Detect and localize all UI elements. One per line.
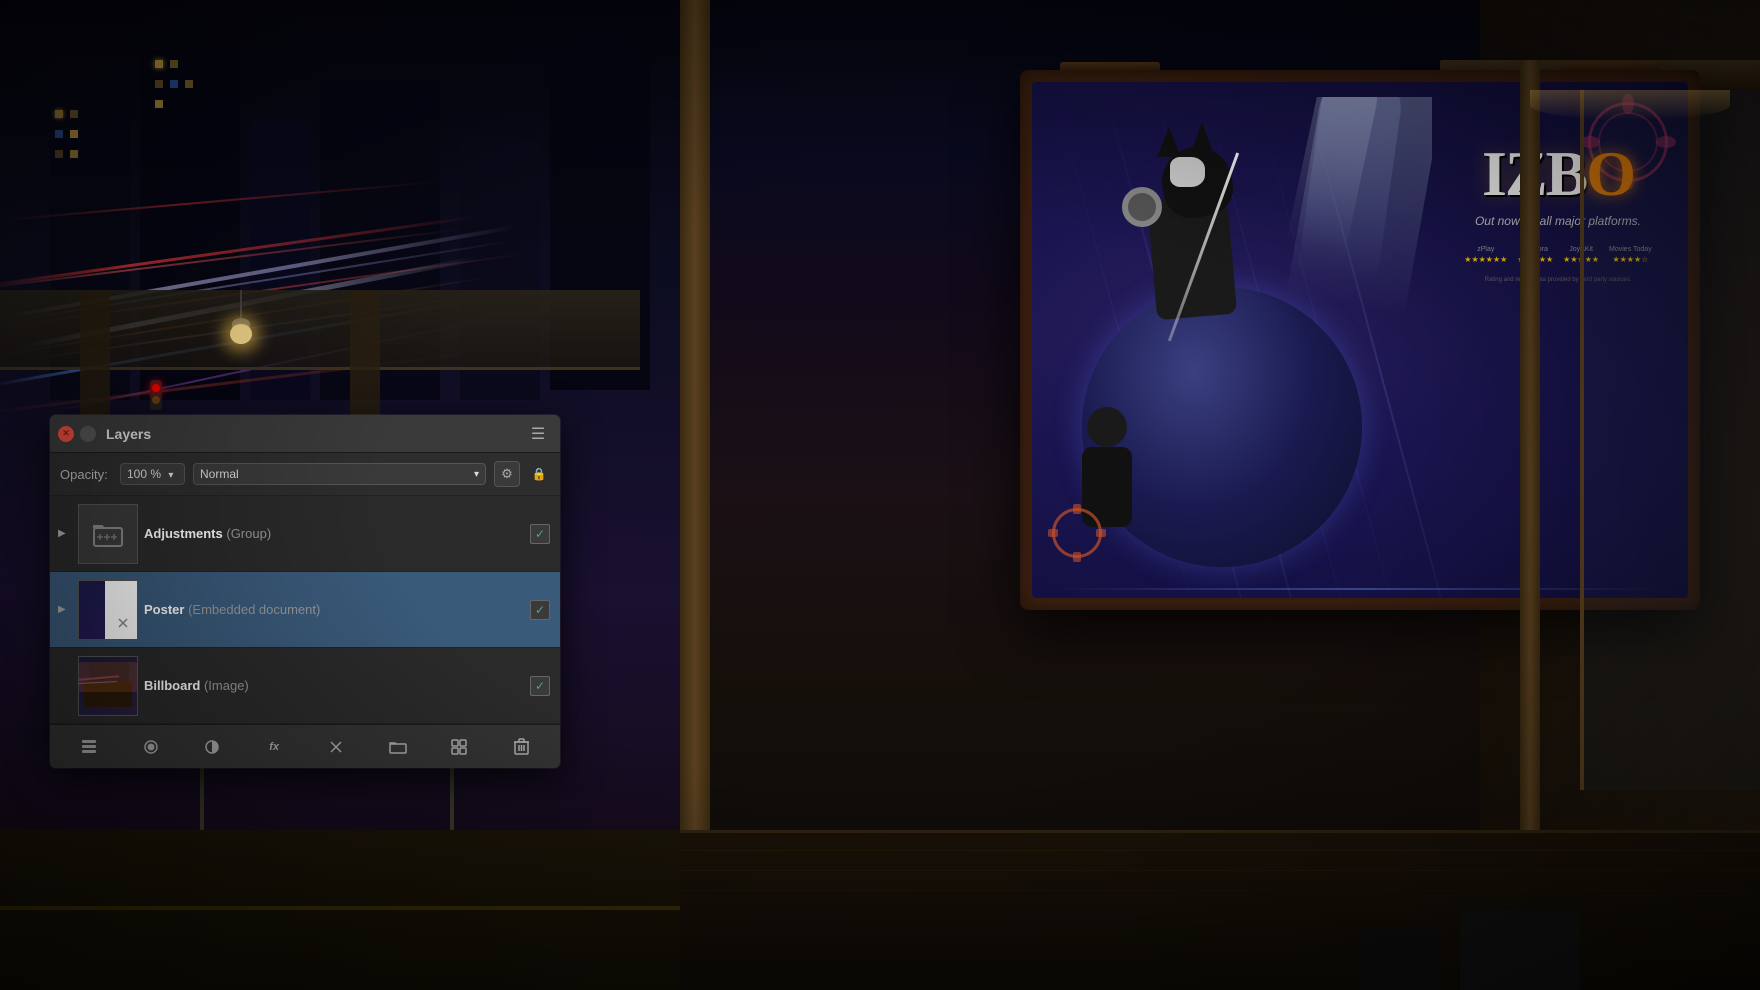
delete-layer-button[interactable] <box>506 732 536 762</box>
close-icon: ✕ <box>62 428 70 439</box>
add-mask-button[interactable] <box>321 732 351 762</box>
layer-thumbnail-adjustments <box>78 504 138 564</box>
shelter-post <box>1520 60 1540 830</box>
ground-area <box>680 830 1760 990</box>
new-adjustment-layer-button[interactable] <box>197 732 227 762</box>
layer-visibility-poster[interactable]: ✓ <box>530 600 550 620</box>
opacity-label: Opacity: <box>60 467 112 482</box>
opacity-chevron-icon: ▾ <box>168 470 173 481</box>
layer-name-poster: Poster (Embedded document) <box>144 602 524 617</box>
layer-visibility-billboard[interactable]: ✓ <box>530 676 550 696</box>
grid-icon <box>451 739 467 755</box>
shelter-light <box>1530 90 1730 120</box>
new-layer-set-button[interactable] <box>74 732 104 762</box>
blend-mode-value: Normal <box>200 467 239 481</box>
chevron-right-icon: ▶ <box>58 528 66 539</box>
opacity-value: 100 % <box>127 467 161 481</box>
mask-icon <box>328 739 344 755</box>
new-fill-layer-button[interactable] <box>136 732 166 762</box>
add-layer-style-button[interactable]: fx <box>259 732 289 762</box>
settings-icon: ⚙ <box>501 466 513 482</box>
new-artboard-button[interactable] <box>444 732 474 762</box>
panel-title: Layers <box>106 426 151 442</box>
fx-icon: fx <box>269 741 279 753</box>
layer-name-adjustments: Adjustments (Group) <box>144 526 524 541</box>
folder-icon <box>389 740 407 754</box>
minimize-button[interactable] <box>80 426 96 442</box>
new-group-button[interactable] <box>383 732 413 762</box>
layers-panel: ✕ Layers ☰ Opacity: 100 % ▾ Normal ▾ ⚙ 🔒 <box>50 415 560 768</box>
layer-settings-button[interactable]: ⚙ <box>494 461 520 487</box>
half-circle-icon <box>204 739 220 755</box>
close-button[interactable]: ✕ <box>58 426 74 442</box>
poster-white-half <box>105 581 137 639</box>
menu-icon: ☰ <box>531 424 545 444</box>
blend-chevron-icon: ▾ <box>474 469 479 480</box>
expand-arrow-adjustments: ▶ <box>58 528 72 539</box>
expand-arrow-poster: ▶ <box>58 604 72 615</box>
circle-filled-icon <box>143 739 159 755</box>
layer-visibility-adjustments[interactable]: ✓ <box>530 524 550 544</box>
chevron-right-icon-poster: ▶ <box>58 604 66 615</box>
blend-mode-dropdown[interactable]: Normal ▾ <box>193 463 486 485</box>
layers-list: ▶ Adjustments (Group) ✓ <box>50 496 560 724</box>
panel-titlebar: ✕ Layers ☰ <box>50 415 560 453</box>
layer-thumbnail-billboard <box>78 656 138 716</box>
layer-name-billboard: Billboard (Image) <box>144 678 524 693</box>
layer-row-billboard[interactable]: ▶ Billboard (Image) ✓ <box>50 648 560 724</box>
layers-stack-icon <box>80 738 98 756</box>
titlebar-controls: ✕ Layers <box>58 426 151 442</box>
panel-toolbar: fx <box>50 724 560 768</box>
lock-icon: 🔒 <box>532 467 547 481</box>
bus-shelter-glass <box>1580 90 1760 790</box>
layer-lock-button[interactable]: 🔒 <box>528 463 550 485</box>
panel-menu-button[interactable]: ☰ <box>524 423 552 445</box>
embedded-doc-icon <box>117 617 129 629</box>
opacity-dropdown[interactable]: 100 % ▾ <box>120 463 185 485</box>
trash-icon <box>514 738 529 755</box>
layer-row-adjustments[interactable]: ▶ Adjustments (Group) ✓ <box>50 496 560 572</box>
layer-row-poster[interactable]: ▶ Poster (Embedded document) <box>50 572 560 648</box>
group-icon <box>92 520 124 548</box>
opacity-row: Opacity: 100 % ▾ Normal ▾ ⚙ 🔒 <box>50 453 560 496</box>
layer-thumbnail-poster <box>78 580 138 640</box>
